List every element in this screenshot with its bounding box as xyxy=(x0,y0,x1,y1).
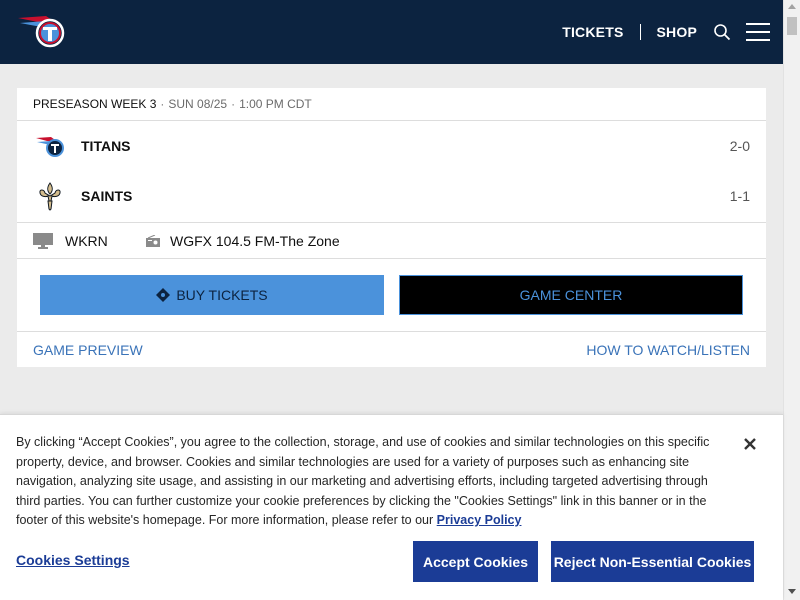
cookies-settings-link[interactable]: Cookies Settings xyxy=(16,552,130,568)
team-record: 2-0 xyxy=(729,138,750,154)
meta-separator: · xyxy=(160,97,165,111)
radio-station: WGFX 104.5 FM-The Zone xyxy=(170,232,340,249)
cookie-banner: By clicking “Accept Cookies”, you agree … xyxy=(0,414,783,600)
search-icon[interactable] xyxy=(713,23,731,41)
game-time: 1:00 PM CDT xyxy=(239,97,312,111)
game-date: SUN 08/25 xyxy=(168,97,228,111)
game-preview-link[interactable]: GAME PREVIEW xyxy=(33,342,143,358)
scroll-up-arrow-icon[interactable] xyxy=(788,4,796,9)
cookie-notice-text: By clicking “Accept Cookies”, you agree … xyxy=(16,433,731,531)
nav-divider xyxy=(639,24,641,40)
scroll-down-arrow-icon[interactable] xyxy=(788,589,796,594)
how-to-watch-link[interactable]: HOW TO WATCH/LISTEN xyxy=(586,342,750,358)
team-record: 1-1 xyxy=(729,188,750,204)
radio-icon xyxy=(146,234,160,247)
team-name: SAINTS xyxy=(81,188,133,204)
page-scrollbar[interactable] xyxy=(783,0,800,600)
titans-logo-icon[interactable] xyxy=(16,12,66,52)
tv-network: WKRN xyxy=(65,232,108,249)
game-meta: PRESEASON WEEK 3 · SUN 08/25 · 1:00 PM C… xyxy=(17,88,766,121)
saints-logo-icon xyxy=(35,181,65,211)
team-row-saints: SAINTS 1-1 xyxy=(17,171,766,221)
card-links: GAME PREVIEW HOW TO WATCH/LISTEN xyxy=(17,331,766,367)
privacy-policy-link[interactable]: Privacy Policy xyxy=(437,513,522,527)
game-card: PRESEASON WEEK 3 · SUN 08/25 · 1:00 PM C… xyxy=(17,88,766,367)
broadcast-info: WKRN WGFX 104.5 FM-The Zone xyxy=(17,222,766,259)
game-center-label: GAME CENTER xyxy=(519,287,623,303)
reject-cookies-button[interactable]: Reject Non-Essential Cookies xyxy=(551,541,754,582)
accept-cookies-button[interactable]: Accept Cookies xyxy=(413,541,538,582)
hamburger-menu-icon[interactable] xyxy=(745,21,771,43)
team-row-titans: TITANS 2-0 xyxy=(17,121,766,171)
ticket-icon xyxy=(156,288,171,302)
scroll-thumb[interactable] xyxy=(787,17,797,35)
cookie-notice-body: By clicking “Accept Cookies”, you agree … xyxy=(16,435,710,527)
close-icon[interactable] xyxy=(742,436,758,452)
game-week: PRESEASON WEEK 3 xyxy=(33,97,157,111)
titans-logo-icon xyxy=(35,131,65,161)
site-header: TICKETS SHOP xyxy=(0,0,783,64)
header-nav: TICKETS SHOP xyxy=(562,0,771,64)
game-center-button[interactable]: GAME CENTER xyxy=(399,275,743,315)
tickets-nav-link[interactable]: TICKETS xyxy=(562,24,623,40)
team-name: TITANS xyxy=(81,138,131,154)
meta-separator: · xyxy=(231,97,236,111)
shop-nav-link[interactable]: SHOP xyxy=(657,24,697,40)
buy-tickets-button[interactable]: BUY TICKETS xyxy=(40,275,384,315)
tv-icon xyxy=(33,233,53,249)
buy-tickets-label: BUY TICKETS xyxy=(176,287,268,303)
